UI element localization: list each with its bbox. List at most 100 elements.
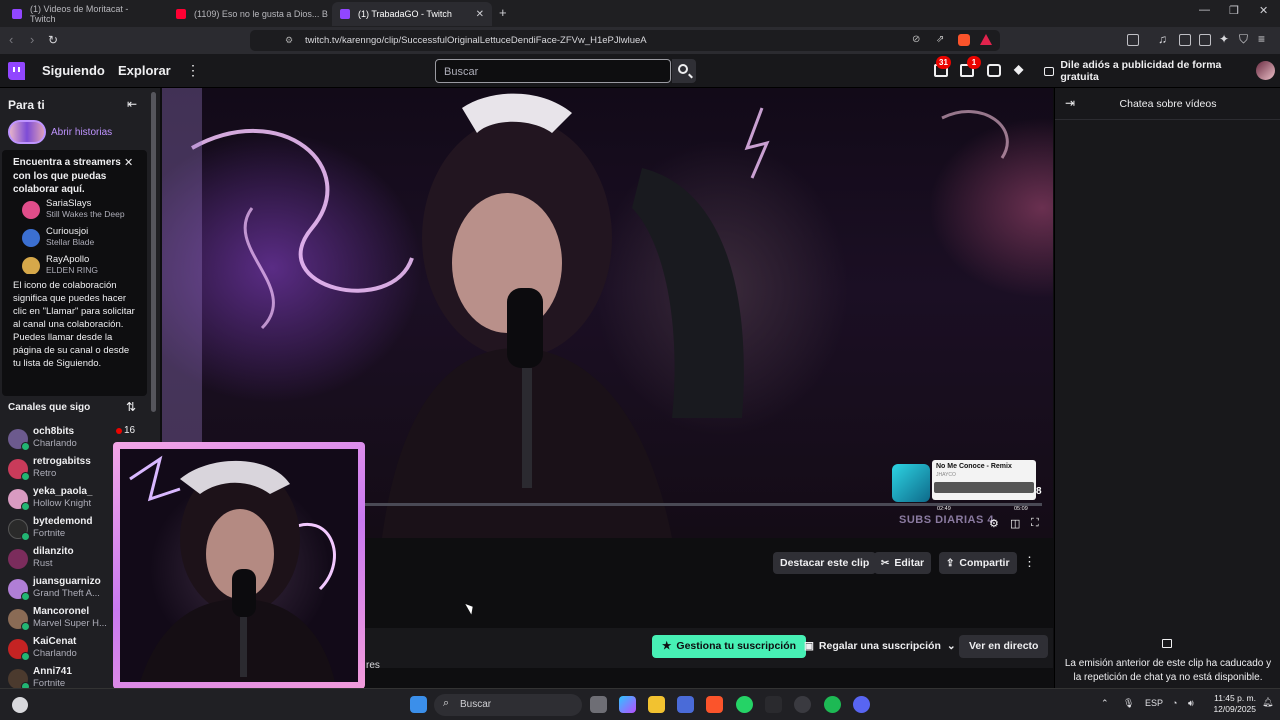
brave-browser-icon[interactable] [706, 696, 723, 713]
close-window-icon[interactable]: ✕ [1259, 4, 1268, 17]
wallet-icon[interactable] [1199, 34, 1211, 46]
taskbar-search-label: Buscar [460, 699, 492, 710]
collab-icon [21, 472, 30, 481]
browser-tab-moritacat[interactable]: (1) Videos de Moritacat - Twitch [4, 2, 164, 26]
share-button[interactable]: ⇪ Compartir [939, 552, 1017, 574]
leo-ai-icon[interactable]: ✦ [1219, 32, 1229, 46]
pip-streamer-silhouette [129, 455, 336, 682]
watch-live-label: Ver en directo [969, 640, 1039, 652]
watch-live-button[interactable]: Ver en directo [959, 635, 1049, 658]
new-tab-button[interactable]: + [499, 5, 507, 20]
tab-title: (1) TrabadaGO - Twitch [358, 9, 452, 19]
channel-name: RayApollo [46, 254, 90, 265]
share-icon[interactable]: ⇗ [936, 34, 944, 45]
channel-game: ELDEN RING [46, 265, 98, 274]
channel-name: dilanzito [33, 546, 74, 557]
windows-start-icon[interactable] [410, 696, 427, 713]
nav-following[interactable]: Siguiendo [42, 63, 105, 78]
channel-name: yeka_paola_ [33, 486, 93, 497]
gift-subscription-label: Regalar una suscripción [818, 640, 941, 652]
back-icon[interactable]: ‹ [9, 32, 13, 47]
feature-clip-label: Destacar este clip [780, 557, 870, 569]
browser-tab-trabadago[interactable]: (1) TrabadaGO - Twitch ✕ [332, 2, 492, 26]
media-icon[interactable]: ♫ [1158, 32, 1167, 46]
store-icon[interactable] [677, 696, 694, 713]
collapse-sidebar-icon[interactable]: ⇤ [127, 97, 137, 111]
menu-icon[interactable]: ≡ [1258, 32, 1265, 46]
gift-subscription-button[interactable]: ▣ Regalar una suscripción ⌄ [794, 635, 966, 658]
more-options-icon[interactable]: ⋮ [186, 62, 200, 79]
maximize-icon[interactable]: ❐ [1229, 4, 1239, 17]
url-bar[interactable]: ⚙︎ twitch.tv/karenngo/clip/SuccessfulOri… [250, 30, 1000, 51]
manage-subscription-button[interactable]: ★ Gestiona tu suscripción [652, 635, 807, 658]
browser-tab-bar: (1) Videos de Moritacat - Twitch (1109) … [0, 0, 1280, 27]
stories-row[interactable]: Abrir historias [8, 120, 112, 144]
close-card-icon[interactable]: ✕ [124, 156, 133, 169]
channel-game: Grand Theft A... [33, 588, 100, 599]
microphone-icon[interactable]: 🎙︎ [1123, 698, 1134, 709]
streamer-silhouette [382, 93, 744, 538]
collab-channel[interactable]: SariaSlays Still Wakes the Deep [20, 198, 148, 224]
file-explorer-icon[interactable] [648, 696, 665, 713]
clock-time: 11:45 p. m. [1214, 693, 1256, 703]
discord-icon[interactable] [853, 696, 870, 713]
search-icon: ⌕ [443, 697, 450, 709]
tray-overflow-icon[interactable]: ⌃ [1101, 698, 1109, 709]
wifi-icon[interactable]: ◔ [1172, 698, 1177, 708]
video-progress-bar[interactable] [362, 503, 1042, 506]
game-launcher-icon[interactable] [765, 696, 782, 713]
song-time-end: 05:09 [1014, 506, 1028, 512]
forward-icon[interactable]: › [30, 32, 34, 47]
site-info-icon[interactable]: ⚙︎ [285, 35, 293, 46]
sidebar-scrollbar[interactable] [151, 92, 156, 412]
edit-button[interactable]: ✂ Editar [874, 552, 932, 574]
brave-shield-icon[interactable] [958, 34, 970, 46]
notification-center-icon[interactable]: 🔔︎ [1262, 697, 1273, 708]
avatar [22, 257, 40, 274]
theatre-mode-icon[interactable]: ◫ [1010, 517, 1020, 530]
tab-title: (1109) Eso no le gusta a Dios... Banec [194, 9, 328, 19]
chat-panel: ⇥ Chatea sobre vídeos La emisión anterio… [1054, 88, 1280, 688]
taskbar-search[interactable]: ⌕ Buscar [434, 694, 582, 716]
nav-browse[interactable]: Explorar [118, 63, 171, 78]
vpn-shield-icon[interactable]: ⛉ [1239, 32, 1248, 47]
manage-subscription-label: Gestiona tu suscripción [676, 640, 797, 652]
collab-channel[interactable]: RayApollo ELDEN RING [20, 254, 148, 274]
browser-tab-youtube[interactable]: (1109) Eso no le gusta a Dios... Banec [168, 2, 328, 26]
channel-name: Anni741 [33, 666, 72, 677]
volume-icon[interactable]: 🔊︎ [1188, 698, 1194, 709]
system-clock[interactable]: 11:45 p. m. 12/09/2025 [1206, 693, 1256, 715]
stories-label: Abrir historias [51, 126, 113, 138]
bits-icon[interactable]: ◆ [1014, 62, 1023, 76]
minimize-icon[interactable]: — [1199, 4, 1210, 16]
whispers-icon[interactable] [987, 64, 1001, 77]
turbo-promo-button[interactable]: Dile adiós a publicidad de forma gratuit… [1036, 59, 1248, 83]
brave-rewards-icon[interactable] [980, 34, 992, 45]
close-tab-icon[interactable]: ✕ [476, 9, 484, 20]
collab-channel[interactable]: Curiousjoi Stellar Blade [20, 226, 148, 252]
user-avatar[interactable] [1256, 61, 1275, 80]
search-button[interactable] [672, 59, 696, 83]
weather-icon[interactable] [12, 697, 28, 713]
task-view-icon[interactable] [590, 696, 607, 713]
reader-mode-icon[interactable] [1127, 34, 1139, 46]
sidebar-icon[interactable] [1179, 34, 1191, 46]
picture-in-picture-player[interactable] [113, 442, 365, 689]
reload-icon[interactable]: ↻ [48, 33, 58, 47]
copilot-icon[interactable] [619, 696, 636, 713]
settings-icon[interactable]: ⚙ [989, 517, 999, 530]
search-input[interactable]: Buscar [435, 59, 671, 83]
whatsapp-icon[interactable] [736, 696, 753, 713]
channel-game: Fortnite [33, 528, 66, 539]
sort-icon[interactable]: ⇅ [126, 400, 136, 414]
input-language[interactable]: ESP [1145, 698, 1163, 708]
feature-clip-button[interactable]: Destacar este clip [773, 552, 877, 574]
sidebar-title: Para ti [8, 98, 45, 112]
twitch-logo-icon[interactable] [8, 62, 25, 80]
spotify-icon[interactable] [824, 696, 841, 713]
fullscreen-icon[interactable]: ⛶ [1031, 517, 1039, 530]
app-icon[interactable] [794, 696, 811, 713]
partial-text: res [366, 660, 380, 671]
more-actions-icon[interactable]: ⋮ [1023, 554, 1036, 570]
hide-images-icon[interactable]: ⊘ [912, 34, 920, 45]
